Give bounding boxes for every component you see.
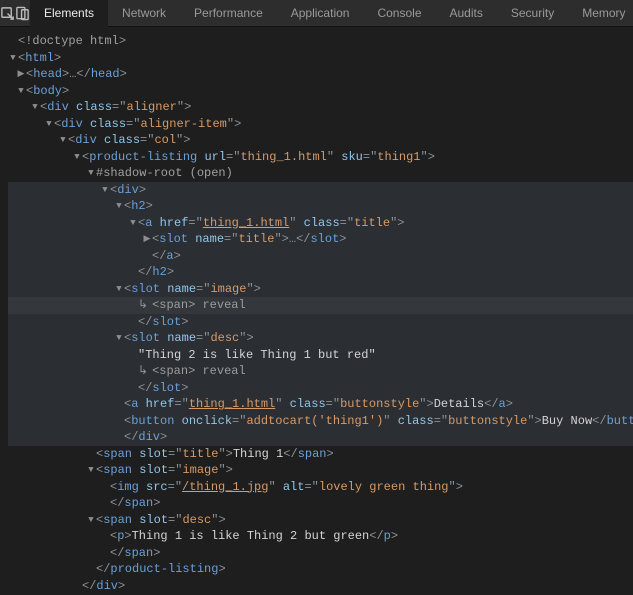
node-div-aligner-item[interactable]: ▼ <div class="aligner-item"> (8, 116, 633, 133)
node-span-slot-image[interactable]: ▼ <span slot="image"> (8, 462, 633, 479)
expand-arrow-icon[interactable]: ▶ (16, 66, 26, 83)
node-p-thing1-green[interactable]: <p>Thing 1 is like Thing 2 but green</p> (8, 528, 633, 545)
node-slot-title[interactable]: ▶ <slot name="title">…</slot> (8, 231, 633, 248)
node-a-title[interactable]: ▼ <a href="thing_1.html" class="title"> (8, 215, 633, 232)
node-a-title-close[interactable]: </a> (8, 248, 633, 265)
expand-arrow-icon[interactable]: ▼ (58, 132, 68, 149)
tab-performance[interactable]: Performance (180, 0, 277, 27)
expand-arrow-icon[interactable]: ▼ (86, 462, 96, 479)
node-div-col[interactable]: ▼ <div class="col"> (8, 132, 633, 149)
devtools-tabs: Elements Network Performance Application… (30, 0, 633, 27)
node-slot-desc-reveal[interactable]: ↳ <span> reveal (8, 363, 633, 380)
expand-arrow-icon[interactable]: ▼ (128, 215, 138, 232)
node-span-slot-title[interactable]: <span slot="title">Thing 1</span> (8, 446, 633, 463)
expand-arrow-icon[interactable]: ▶ (142, 231, 152, 248)
device-toolbar-icon[interactable] (15, 0, 30, 27)
node-shadow-root[interactable]: ▼ #shadow-root (open) (8, 165, 633, 182)
inspect-element-icon[interactable] (0, 0, 15, 27)
tab-network[interactable]: Network (108, 0, 180, 27)
node-body-open[interactable]: ▼ <body> (8, 83, 633, 100)
tab-application[interactable]: Application (277, 0, 364, 27)
expand-arrow-icon[interactable]: ▼ (16, 83, 26, 100)
node-span-slot-image-close[interactable]: </span> (8, 495, 633, 512)
node-span-slot-desc[interactable]: ▼ <span slot="desc"> (8, 512, 633, 529)
expand-arrow-icon[interactable]: ▼ (44, 116, 54, 133)
expand-arrow-icon[interactable]: ▼ (72, 149, 82, 166)
expand-arrow-icon[interactable]: ▼ (100, 182, 110, 199)
tab-security[interactable]: Security (497, 0, 568, 27)
expand-arrow-icon[interactable]: ▼ (114, 281, 124, 298)
expand-arrow-icon[interactable]: ▼ (114, 330, 124, 347)
node-slot-desc[interactable]: ▼ <slot name="desc"> (8, 330, 633, 347)
node-img[interactable]: <img src="/thing_1.jpg" alt="lovely gree… (8, 479, 633, 496)
expand-arrow-icon[interactable]: ▼ (30, 99, 40, 116)
tab-console[interactable]: Console (363, 0, 435, 27)
expand-arrow-icon[interactable]: ▼ (8, 50, 18, 67)
node-slot-desc-close[interactable]: </slot> (8, 380, 633, 397)
node-inner-div[interactable]: ▼ <div> (8, 182, 633, 199)
dom-tree[interactable]: <!doctype html> ▼ <html> ▶ <head>…</head… (0, 27, 633, 595)
node-a-details[interactable]: <a href="thing_1.html" class="buttonstyl… (8, 396, 633, 413)
node-html-open[interactable]: ▼ <html> (8, 50, 633, 67)
node-slot-desc-text[interactable]: "Thing 2 is like Thing 1 but red" (8, 347, 633, 364)
node-inner-div-close[interactable]: </div> (8, 429, 633, 446)
shadow-root-label: #shadow-root (open) (96, 165, 233, 182)
expand-arrow-icon[interactable]: ▼ (86, 512, 96, 529)
node-head[interactable]: ▶ <head>…</head> (8, 66, 633, 83)
tab-audits[interactable]: Audits (436, 0, 497, 27)
node-h2-close[interactable]: </h2> (8, 264, 633, 281)
punc: > (119, 33, 126, 50)
node-button-buy-now[interactable]: <button onclick="addtocart('thing1')" cl… (8, 413, 633, 430)
node-doctype[interactable]: <!doctype html> (8, 33, 633, 50)
devtools-toolbar: Elements Network Performance Application… (0, 0, 633, 27)
doctype-text: !doctype html (25, 33, 119, 50)
node-slot-image-reveal[interactable]: ↳ <span> reveal (8, 297, 633, 314)
node-product-listing-close[interactable]: </product-listing> (8, 561, 633, 578)
expand-arrow-icon[interactable]: ▼ (114, 198, 124, 215)
node-product-listing[interactable]: ▼ <product-listing url="thing_1.html" sk… (8, 149, 633, 166)
tab-elements[interactable]: Elements (30, 0, 108, 27)
reveal-arrow-icon: ↳ (138, 297, 148, 314)
reveal-arrow-icon: ↳ (138, 363, 148, 380)
node-slot-image[interactable]: ▼ <slot name="image"> (8, 281, 633, 298)
node-span-slot-desc-close[interactable]: </span> (8, 545, 633, 562)
node-div-aligner[interactable]: ▼ <div class="aligner"> (8, 99, 633, 116)
punc: < (18, 33, 25, 50)
tab-memory[interactable]: Memory (568, 0, 633, 27)
node-div-col-close[interactable]: </div> (8, 578, 633, 595)
node-h2-open[interactable]: ▼ <h2> (8, 198, 633, 215)
node-slot-image-close[interactable]: </slot> (8, 314, 633, 331)
expand-arrow-icon[interactable]: ▼ (86, 165, 96, 182)
